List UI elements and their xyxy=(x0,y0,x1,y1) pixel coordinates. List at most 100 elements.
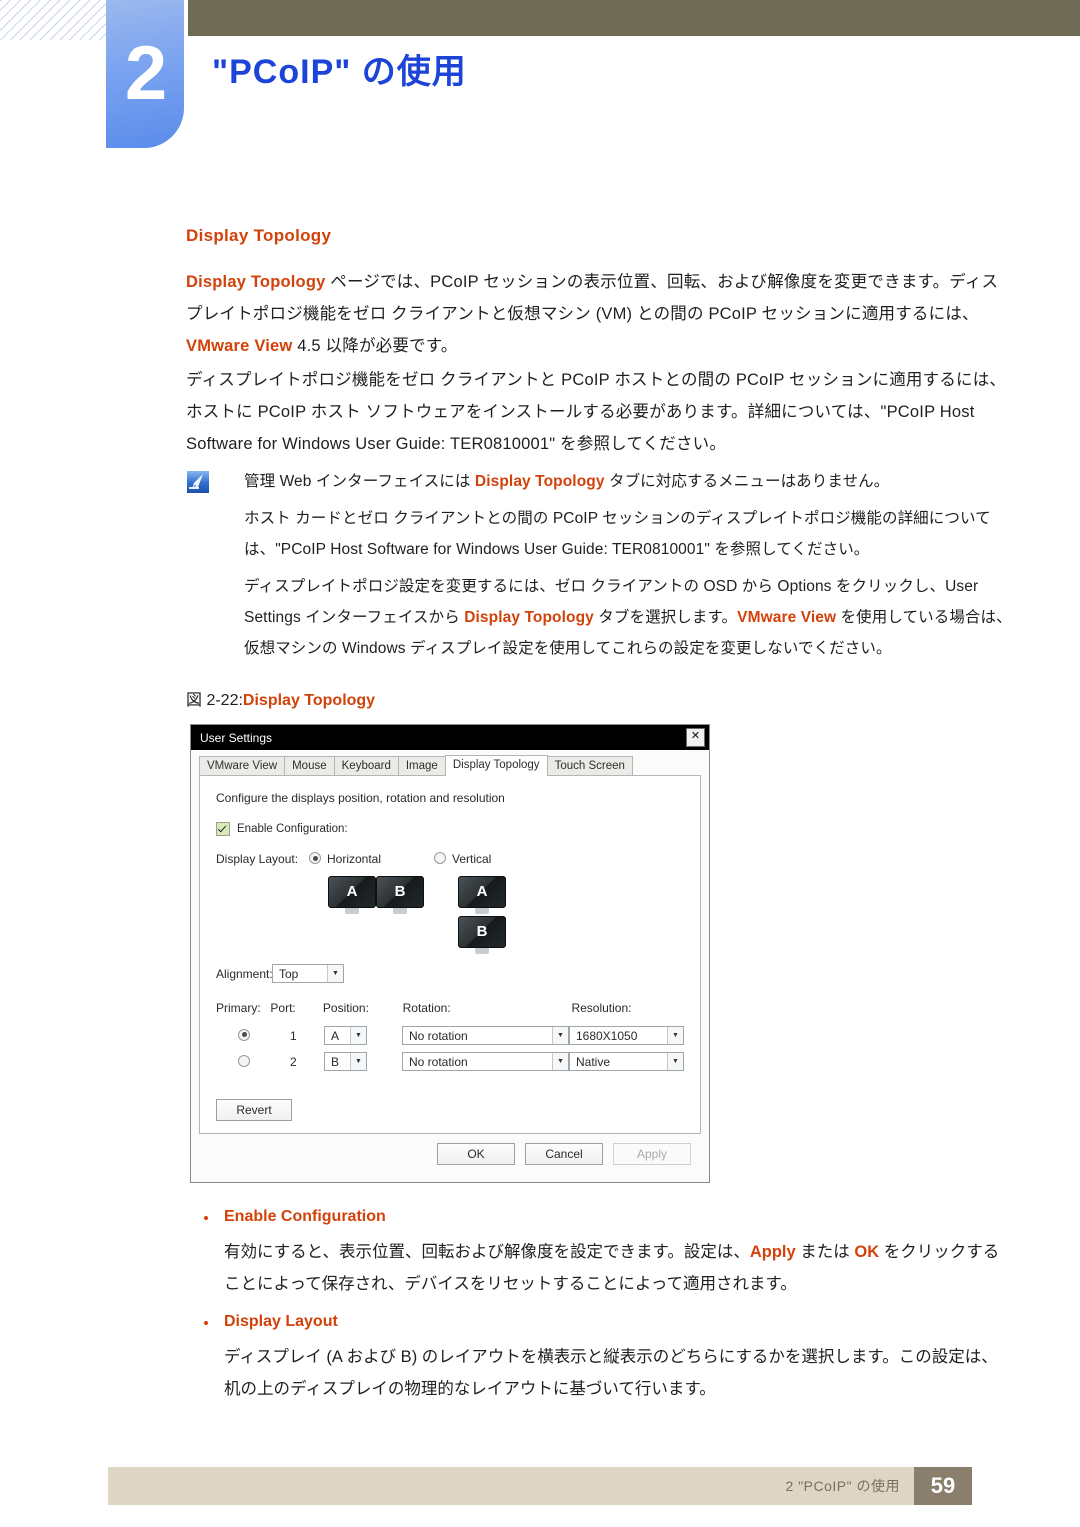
note-line-3: ディスプレイトポロジ設定を変更するには、ゼロ クライアントの OSD から Op… xyxy=(244,571,1016,664)
position-dropdown-1[interactable]: A ▼ xyxy=(323,1026,367,1045)
column-port: Port: xyxy=(270,1001,296,1015)
tab-display-topology[interactable]: Display Topology xyxy=(444,755,548,776)
resolution-dropdown-2[interactable]: Native ▼ xyxy=(568,1052,684,1071)
monitor-vertical-b-label: B xyxy=(476,923,488,940)
footer-text: 2 "PCoIP" の使用 xyxy=(785,1478,900,1494)
rotation-value-1: No rotation xyxy=(408,1028,468,1043)
dialog-tabs: VMware View Mouse Keyboard Image Display… xyxy=(199,755,701,776)
rotation-value-2: No rotation xyxy=(408,1054,468,1069)
enable-configuration-row[interactable]: Enable Configuration: xyxy=(216,822,684,836)
bullet-0-a: 有効にすると、表示位置、回転および解像度を設定できます。設定は、 xyxy=(224,1243,750,1261)
displays-table: Primary: Port: Position: Rotation: Resol… xyxy=(216,1001,684,1071)
radio-primary-port1-icon[interactable] xyxy=(238,1028,250,1041)
page-number: 59 xyxy=(914,1467,972,1505)
ok-button[interactable]: OK xyxy=(437,1143,515,1165)
layout-option-horizontal[interactable]: Horizontal xyxy=(309,852,434,866)
resolution-cell-1: 1680X1050 ▼ xyxy=(568,1026,684,1045)
note-line-1-c: タブに対応するメニューはありません。 xyxy=(604,473,890,490)
paragraph-1: Display Topology ページでは、PCoIP セッションの表示位置、… xyxy=(186,266,1014,362)
table-row: 1 A ▼ No rotation ▼ 1680X1050 ▼ xyxy=(216,1026,684,1045)
monitor-preview-group: A B A B xyxy=(216,874,684,960)
figure-caption: 図 2-22:Display Topology xyxy=(186,686,375,710)
enable-configuration-label: Enable Configuration: xyxy=(237,823,348,835)
rotation-dropdown-1[interactable]: No rotation ▼ xyxy=(401,1026,569,1045)
chevron-down-icon[interactable]: ▼ xyxy=(349,1027,366,1044)
footer-bar: 2 "PCoIP" の使用 59 xyxy=(108,1467,972,1505)
display-layout-row: Display Layout: Horizontal Vertical xyxy=(216,852,684,866)
tab-image[interactable]: Image xyxy=(397,756,446,776)
position-cell-1: A ▼ xyxy=(323,1026,402,1045)
monitor-horizontal-b: B xyxy=(376,876,424,914)
alignment-value: Top xyxy=(279,966,299,981)
paragraph-1-vmware-view: VMware View xyxy=(186,337,293,355)
chevron-down-icon[interactable]: ▼ xyxy=(666,1053,683,1070)
monitor-horizontal-a-label: A xyxy=(346,883,358,900)
alignment-dropdown[interactable]: Top ▼ xyxy=(272,964,344,983)
chevron-down-icon[interactable]: ▼ xyxy=(666,1027,683,1044)
column-rotation: Rotation: xyxy=(402,1001,451,1015)
primary-radio-cell-2[interactable] xyxy=(216,1054,271,1069)
bullet-enable-configuration: Enable Configuration 有効にすると、表示位置、回転および解像… xyxy=(202,1208,1014,1300)
user-settings-dialog: User Settings ✕ VMware View Mouse Keyboa… xyxy=(190,724,710,1183)
tab-vmware-view[interactable]: VMware View xyxy=(199,756,286,776)
revert-button[interactable]: Revert xyxy=(216,1099,292,1121)
primary-radio-cell-1[interactable] xyxy=(216,1028,271,1043)
monitor-vertical-a-label: A xyxy=(476,883,488,900)
chevron-down-icon[interactable]: ▼ xyxy=(327,965,343,982)
tab-keyboard[interactable]: Keyboard xyxy=(333,756,399,776)
table-header-row: Primary: Port: Position: Rotation: Resol… xyxy=(216,1001,684,1015)
apply-button: Apply xyxy=(613,1143,691,1165)
chevron-down-icon[interactable]: ▼ xyxy=(551,1027,568,1044)
note-quill-icon xyxy=(186,470,210,494)
layout-horizontal-label: Horizontal xyxy=(327,852,382,866)
page-title: "PCoIP" の使用 xyxy=(212,53,467,91)
radio-primary-port2-icon[interactable] xyxy=(238,1054,250,1067)
bullet-body: ディスプレイ (A および B) のレイアウトを横表示と縦表示のどちらにするかを… xyxy=(224,1348,998,1398)
rotation-dropdown-2[interactable]: No rotation ▼ xyxy=(401,1052,569,1071)
display-layout-label: Display Layout: xyxy=(216,852,299,866)
dialog-titlebar: User Settings ✕ xyxy=(191,725,709,750)
note-line-1: 管理 Web インターフェイスには Display Topology タブに対応… xyxy=(244,466,1016,497)
column-position: Position: xyxy=(322,1001,369,1015)
position-dropdown-2[interactable]: B ▼ xyxy=(323,1052,367,1071)
note-line-3-term: Display Topology xyxy=(464,609,594,626)
bullet-display-layout: Display Layout ディスプレイ (A および B) のレイアウトを横… xyxy=(202,1313,1014,1405)
enable-configuration-checkbox[interactable] xyxy=(216,822,230,836)
note-line-2: ホスト カードとゼロ クライアントとの間の PCoIP セッションのディスプレイ… xyxy=(244,510,991,558)
bullet-title: Display Layout xyxy=(202,1313,1014,1331)
dialog-title: User Settings xyxy=(200,730,273,745)
port-value-2: 2 xyxy=(290,1054,297,1069)
monitor-vertical-a: A xyxy=(458,876,506,914)
bullet-body: 有効にすると、表示位置、回転および解像度を設定できます。設定は、Apply また… xyxy=(224,1236,1014,1300)
figure-caption-title: Display Topology xyxy=(242,692,376,709)
layout-option-vertical[interactable]: Vertical xyxy=(434,852,491,866)
layout-vertical-label: Vertical xyxy=(452,852,492,866)
note-text: 管理 Web インターフェイスには Display Topology タブに対応… xyxy=(244,466,1016,664)
cancel-button[interactable]: Cancel xyxy=(525,1143,603,1165)
radio-horizontal-icon[interactable] xyxy=(309,852,321,864)
chevron-down-icon[interactable]: ▼ xyxy=(551,1053,568,1070)
table-row: 2 B ▼ No rotation ▼ Native ▼ xyxy=(216,1052,684,1071)
tab-mouse[interactable]: Mouse xyxy=(284,756,335,776)
position-value-2: B xyxy=(330,1054,339,1069)
chevron-down-icon[interactable]: ▼ xyxy=(349,1053,366,1070)
alignment-row: Alignment: Top ▼ xyxy=(216,964,684,983)
column-primary: Primary: xyxy=(216,1001,261,1015)
note-callout: 管理 Web インターフェイスには Display Topology タブに対応… xyxy=(186,466,1016,670)
monitor-horizontal-b-label: B xyxy=(394,883,406,900)
rotation-cell-1: No rotation ▼ xyxy=(401,1026,569,1045)
radio-vertical-icon[interactable] xyxy=(434,852,446,864)
bullet-0-apply: Apply xyxy=(749,1243,796,1261)
panel-description: Configure the displays position, rotatio… xyxy=(216,791,505,805)
position-value-1: A xyxy=(330,1028,339,1043)
resolution-dropdown-1[interactable]: 1680X1050 ▼ xyxy=(568,1026,684,1045)
note-line-1-term: Display Topology xyxy=(474,473,605,490)
close-icon[interactable]: ✕ xyxy=(686,728,705,747)
paragraph-1-tail: 4.5 以降が必要です。 xyxy=(292,337,458,355)
note-line-3-vmware-view: VMware View xyxy=(737,609,837,626)
tab-touch-screen[interactable]: Touch Screen xyxy=(546,756,633,776)
port-value-1: 1 xyxy=(290,1028,297,1043)
position-cell-2: B ▼ xyxy=(323,1052,402,1071)
monitor-vertical-b: B xyxy=(458,916,506,954)
corner-hatch-decoration xyxy=(0,0,110,40)
